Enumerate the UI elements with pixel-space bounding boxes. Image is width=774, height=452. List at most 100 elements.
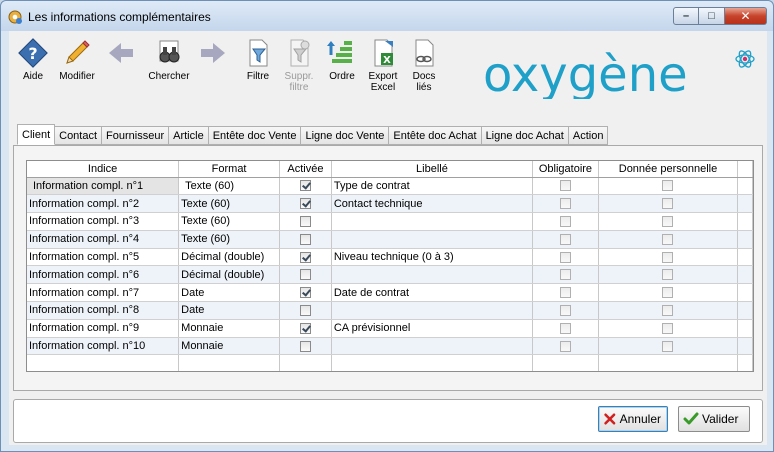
header-indice[interactable]: Indice [27,161,180,178]
table-row[interactable]: Information compl. n°9 Monnaie CA prévisio… [27,319,753,338]
donnee-personnelle-checkbox[interactable] [662,322,674,334]
cell-libelle[interactable] [331,337,534,356]
table-new-row[interactable] [27,354,753,371]
obligatoire-checkbox[interactable] [559,287,571,299]
cell-empty [178,354,280,371]
previous-button[interactable] [105,37,137,71]
maximize-button[interactable]: □ [699,7,725,25]
cell-libelle[interactable]: CA prévisionnel [331,319,534,338]
activee-checkbox[interactable] [299,340,311,352]
cell-indice: Information compl. n°4 [27,230,180,249]
export-excel-button[interactable]: X Export Excel [363,37,403,93]
cell-activee [279,337,332,356]
table-row[interactable]: Information compl. n°6 Décimal (double) [27,265,753,285]
header-format[interactable]: Format [178,161,280,178]
cell-libelle[interactable] [331,301,534,320]
obligatoire-checkbox[interactable] [559,269,571,281]
table-row[interactable]: Information compl. n°3 Texte (60) [27,212,753,231]
header-libelle[interactable]: Libellé [331,161,534,178]
donnee-personnelle-checkbox[interactable] [662,269,674,281]
donnee-personnelle-checkbox[interactable] [662,251,674,263]
activee-checkbox[interactable] [299,180,311,192]
activee-checkbox[interactable] [299,322,311,334]
donnee-personnelle-checkbox[interactable] [662,233,674,245]
chercher-button[interactable]: Chercher [145,37,193,82]
tab-action[interactable]: Action [568,126,609,145]
cell-libelle[interactable] [331,230,534,249]
donnee-personnelle-checkbox[interactable] [662,305,674,317]
aide-button[interactable]: ? Aide [15,37,51,82]
close-button[interactable]: ✕ [725,7,767,25]
cell-indice: Information compl. n°2 [27,194,180,214]
cell-filler [737,212,753,231]
donnee-personnelle-checkbox[interactable] [662,216,674,228]
next-button[interactable] [197,37,229,71]
window-title: Les informations complémentaires [28,10,211,24]
obligatoire-checkbox[interactable] [559,251,571,263]
valider-button[interactable]: Valider [678,406,750,432]
donnee-personnelle-checkbox[interactable] [662,198,674,210]
cancel-x-icon [604,413,616,425]
tab-entete-doc-achat[interactable]: Entête doc Achat [389,126,482,145]
obligatoire-checkbox[interactable] [559,180,571,192]
cell-filler [737,248,753,267]
tab-article[interactable]: Article [169,126,209,145]
tab-ligne-doc-vente[interactable]: Ligne doc Vente [301,126,390,145]
obligatoire-checkbox[interactable] [559,216,571,228]
donnee-personnelle-checkbox[interactable] [662,287,674,299]
suppr-filtre-button[interactable]: Suppr. filtre [279,37,319,93]
tab-ligne-doc-achat[interactable]: Ligne doc Achat [481,126,569,145]
modifier-button[interactable]: Modifier [55,37,99,82]
tab-client[interactable]: Client [17,124,56,145]
cell-activee [279,265,332,285]
cell-empty [737,354,753,371]
cell-libelle[interactable]: Type de contrat [331,177,534,196]
donnee-personnelle-checkbox[interactable] [662,340,674,352]
table-row[interactable]: Information compl. n°7 Date Date de contra… [27,283,753,303]
obligatoire-checkbox[interactable] [559,322,571,334]
activee-checkbox[interactable] [299,269,311,281]
docs-lies-button[interactable]: Docs liés [407,37,441,93]
cell-obligatoire [532,337,599,356]
window-client: ? Aide Modifier Chercher Filtre Suppr. f… [9,31,767,445]
table-row[interactable]: Information compl. n°1 Texte (60) Type de … [27,177,753,196]
annuler-button[interactable]: Annuler [598,406,668,432]
activee-checkbox[interactable] [299,233,311,245]
header-obligatoire[interactable]: Obligatoire [532,161,599,178]
cell-filler [737,319,753,338]
table-row[interactable]: Information compl. n°10 Monnaie [27,337,753,356]
table-row[interactable]: Information compl. n°2 Texte (60) Contact … [27,194,753,214]
obligatoire-checkbox[interactable] [559,305,571,317]
donnee-personnelle-checkbox[interactable] [662,180,674,192]
cell-indice: Information compl. n°8 [27,301,180,320]
activee-checkbox[interactable] [299,287,311,299]
obligatoire-checkbox[interactable] [559,233,571,245]
tab-contact[interactable]: Contact [55,126,103,145]
filtre-button[interactable]: Filtre [241,37,275,82]
cell-libelle[interactable] [331,212,534,231]
activee-checkbox[interactable] [299,305,311,317]
table-row[interactable]: Information compl. n°8 Date [27,301,753,320]
tab-fournisseur[interactable]: Fournisseur [102,126,170,145]
cell-empty [331,354,534,371]
header-donnee-personnelle[interactable]: Donnée personnelle [598,161,739,178]
minimize-button[interactable]: – [673,7,699,25]
cell-libelle[interactable]: Niveau technique (0 à 3) [331,248,534,267]
activee-checkbox[interactable] [299,216,311,228]
ordre-button[interactable]: Ordre [325,37,359,82]
activee-checkbox[interactable] [299,251,311,263]
table-row[interactable]: Information compl. n°4 Texte (60) [27,230,753,249]
tab-entete-doc-vente[interactable]: Entête doc Vente [208,126,302,145]
cell-libelle[interactable]: Date de contrat [331,283,534,303]
obligatoire-checkbox[interactable] [559,198,571,210]
activee-checkbox[interactable] [299,198,311,210]
cell-libelle[interactable] [331,265,534,285]
cell-obligatoire [532,301,599,320]
cell-format: Date [178,283,280,303]
header-activee[interactable]: Activée [279,161,332,178]
valider-label: Valider [702,412,739,426]
table-row[interactable]: Information compl. n°5 Décimal (double) Ni… [27,248,753,267]
obligatoire-checkbox[interactable] [559,340,571,352]
cell-libelle[interactable]: Contact technique [331,194,534,214]
cell-format: Décimal (double) [178,248,280,267]
